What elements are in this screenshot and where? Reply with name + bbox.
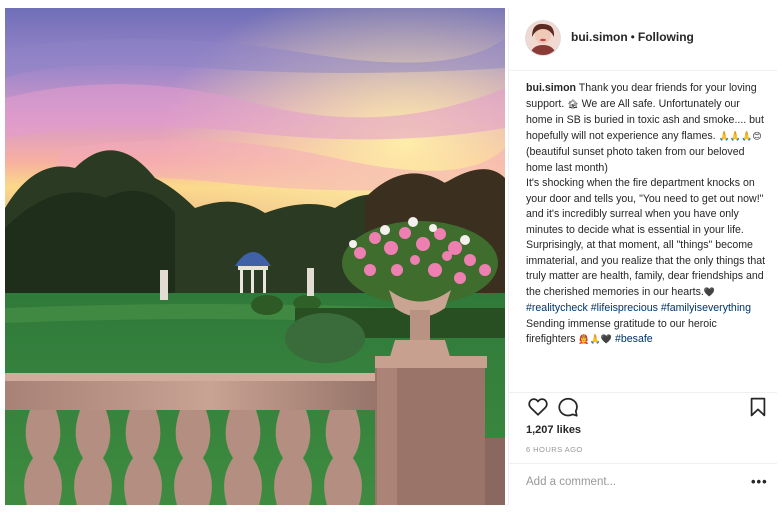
header-text: bui.simon • Following — [571, 30, 694, 44]
header-username-link[interactable]: bui.simon — [571, 30, 628, 44]
comment-button[interactable] — [557, 396, 581, 420]
post-caption: bui.simon Thank you dear friends for you… — [526, 81, 766, 349]
prayer-emoji-icon: 🙏🙏🙏😊 — [718, 131, 762, 142]
post-timestamp[interactable]: 6 HOURS AGO — [526, 445, 583, 454]
like-button[interactable] — [527, 396, 551, 420]
actions-divider — [509, 392, 777, 393]
heart-icon — [528, 398, 548, 416]
instagram-post: bui.simon • Following bui.simon Thank you … — [0, 0, 782, 517]
profile-photo-icon — [526, 21, 560, 55]
separator-dot: • — [630, 30, 635, 44]
caption-username-link[interactable]: bui.simon — [526, 82, 576, 94]
hashtag-realitycheck[interactable]: #realitycheck — [526, 302, 588, 314]
house-emoji-icon: 🏚 — [567, 99, 579, 110]
like-count[interactable]: 1,207 likes — [526, 424, 581, 436]
hashtag-besafe[interactable]: #besafe — [615, 333, 653, 345]
comment-icon — [558, 397, 578, 417]
caption-text-3: (beautiful sunset photo taken from our b… — [526, 146, 745, 174]
action-bar — [525, 396, 766, 426]
post-sidebar: bui.simon • Following bui.simon Thank you … — [508, 8, 777, 505]
post-photo[interactable] — [5, 8, 505, 505]
following-button[interactable]: Following — [638, 30, 694, 44]
more-options-button[interactable]: ••• — [751, 474, 768, 489]
post-header: bui.simon • Following — [509, 8, 777, 71]
avatar[interactable] — [526, 21, 560, 55]
save-button[interactable] — [747, 396, 771, 420]
hashtag-lifeisprecious[interactable]: #lifeisprecious — [591, 302, 658, 314]
bookmark-icon — [750, 397, 766, 417]
hashtag-familyiseverything[interactable]: #familyiseverything — [661, 302, 751, 314]
caption-text-4: It's shocking when the fire department k… — [526, 177, 766, 298]
sunset-garden-photo — [5, 8, 505, 505]
comment-divider — [509, 463, 777, 464]
add-comment-input[interactable] — [526, 472, 731, 492]
black-heart-emoji-icon: 🖤 — [703, 287, 716, 298]
firefighter-emoji-icon: 👨‍🚒🙏🖤 — [578, 335, 613, 345]
